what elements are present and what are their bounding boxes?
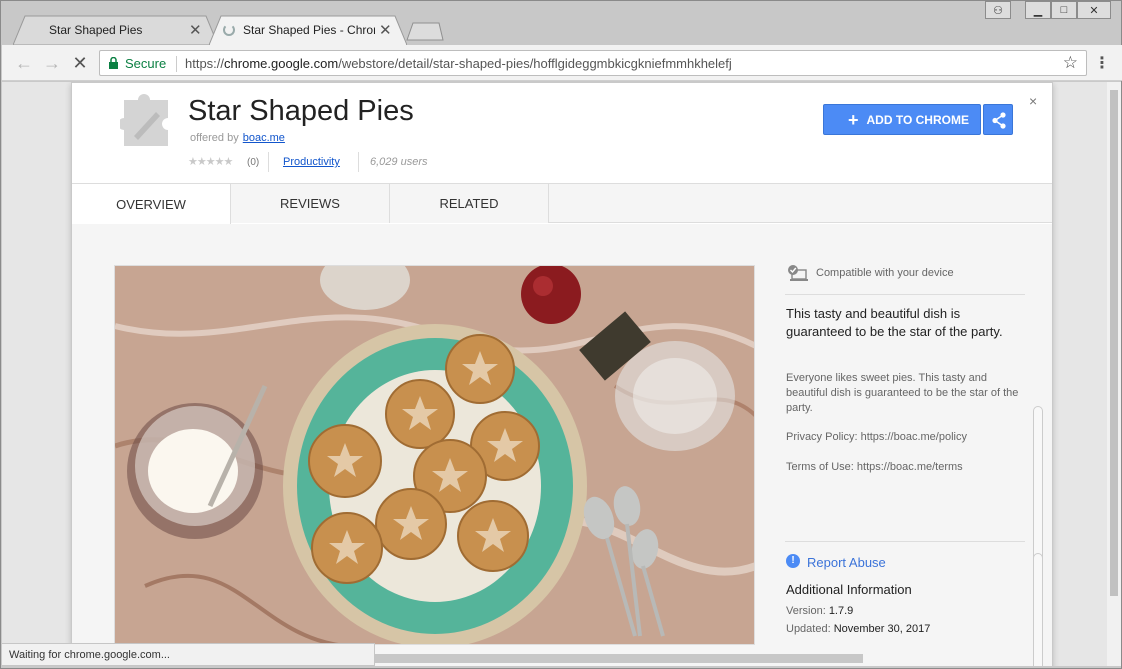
tab-title: Star Shaped Pies (49, 23, 143, 37)
version-label: Version: (786, 605, 826, 617)
scrollbar-thumb[interactable] (1110, 90, 1118, 596)
rating-stars: ★★★★★ (188, 156, 233, 168)
offered-by-label: offered by (190, 132, 239, 144)
tab-close-icon[interactable]: ✕ (189, 21, 202, 39)
category-link[interactable]: Productivity (283, 156, 340, 168)
overview-content: Compatible with your device This tasty a… (72, 224, 1052, 666)
horizontal-scrollbar[interactable] (373, 654, 863, 663)
puzzle-piece-icon (120, 94, 168, 146)
info-icon: ! (786, 554, 800, 568)
updated-value: November 30, 2017 (833, 623, 931, 635)
share-button[interactable] (983, 104, 1013, 135)
close-window-button[interactable]: ✕ (1077, 1, 1111, 19)
tab-star-shaped-pies-chrome-active[interactable]: Star Shaped Pies - Chrome ✕ (209, 15, 407, 45)
updated-label: Updated: (786, 623, 831, 635)
tab-close-icon[interactable]: ✕ (379, 21, 392, 39)
star-pies-photo (115, 266, 754, 644)
url-path: /webstore/detail/star-shaped-pies/hofflg… (338, 56, 732, 71)
url-text[interactable]: https://chrome.google.com/webstore/detai… (185, 56, 732, 71)
user-count: 6,029 users (370, 156, 428, 168)
bookmark-star-icon[interactable]: ☆ (1063, 53, 1078, 73)
privacy-policy: Privacy Policy: https://boac.me/policy (786, 431, 967, 443)
tab-star-shaped-pies[interactable]: Star Shaped Pies ✕ (13, 15, 218, 45)
tab-strip: Star Shaped Pies ✕ Star Shaped Pies - Ch… (1, 1, 1121, 45)
compatibility-text: Compatible with your device (816, 267, 954, 279)
address-bar[interactable]: Secure https://chrome.google.com/webstor… (99, 50, 1087, 76)
secure-label: Secure (125, 56, 167, 71)
forward-arrow-icon[interactable]: → (42, 53, 62, 73)
profile-icon[interactable]: ⚇ (985, 1, 1011, 19)
back-arrow-icon[interactable]: ← (14, 53, 34, 73)
add-to-chrome-button[interactable]: + ADD TO CHROME (823, 104, 981, 135)
terms-of-use: Terms of Use: https://boac.me/terms (786, 461, 963, 473)
detail-tabs: OVERVIEW REVIEWS RELATED (72, 183, 1052, 224)
rating-count[interactable]: (0) (247, 157, 259, 168)
omnibox-divider (176, 56, 177, 72)
url-host: chrome.google.com (224, 56, 339, 71)
browser-toolbar: ← → ✕ Secure https://chrome.google.com/w… (2, 45, 1122, 81)
lock-icon (109, 57, 118, 69)
meta-divider (358, 152, 359, 172)
page-viewport: Star Shaped Pies offered by boac.me ★★★★★… (2, 82, 1107, 666)
summary-text: This tasty and beautiful dish is guarant… (786, 306, 1003, 339)
description-text: Everyone likes sweet pies. This tasty an… (786, 372, 1019, 414)
extension-screenshot[interactable] (114, 265, 755, 645)
additional-info-heading: Additional Information (786, 582, 912, 597)
tab-title: Star Shaped Pies - Chrome (243, 23, 375, 37)
status-bubble: Waiting for chrome.google.com... (2, 643, 375, 666)
share-icon (992, 112, 1006, 129)
extension-detail-dialog: Star Shaped Pies offered by boac.me ★★★★★… (71, 82, 1053, 666)
version-row: Version: 1.7.9 (786, 605, 853, 617)
page-vertical-scrollbar[interactable] (1107, 82, 1121, 666)
close-dialog-icon[interactable]: × (1029, 93, 1037, 109)
divider (785, 541, 1025, 542)
sidebar-scrollbar-lower[interactable] (1033, 553, 1043, 666)
plus-icon: + (848, 109, 859, 130)
window-controls: ⚇ ▁ □ ✕ (985, 1, 1111, 19)
url-scheme: https:// (185, 56, 225, 71)
kebab-menu-icon[interactable]: ⋮ (1094, 53, 1110, 73)
new-tab-button[interactable] (405, 21, 445, 41)
extension-title: Star Shaped Pies (188, 95, 414, 127)
minimize-button[interactable]: ▁ (1025, 1, 1051, 19)
add-to-chrome-label: ADD TO CHROME (866, 112, 969, 127)
tab-reviews[interactable]: REVIEWS (231, 184, 390, 223)
offered-by: offered by boac.me (190, 132, 285, 144)
device-check-icon (788, 265, 808, 281)
meta-divider (268, 152, 269, 172)
maximize-button[interactable]: □ (1051, 1, 1077, 19)
updated-row: Updated: November 30, 2017 (786, 623, 930, 635)
report-abuse-link[interactable]: Report Abuse (807, 555, 886, 570)
tab-related[interactable]: RELATED (390, 184, 549, 223)
divider (785, 294, 1025, 295)
version-value: 1.7.9 (828, 605, 854, 617)
browser-window: Star Shaped Pies ✕ Star Shaped Pies - Ch… (0, 0, 1122, 669)
details-sidebar: Compatible with your device This tasty a… (785, 261, 1025, 666)
loading-spinner-icon (223, 24, 235, 36)
tab-overview[interactable]: OVERVIEW (72, 184, 231, 224)
stop-icon[interactable]: ✕ (70, 53, 90, 73)
publisher-link[interactable]: boac.me (243, 132, 285, 144)
